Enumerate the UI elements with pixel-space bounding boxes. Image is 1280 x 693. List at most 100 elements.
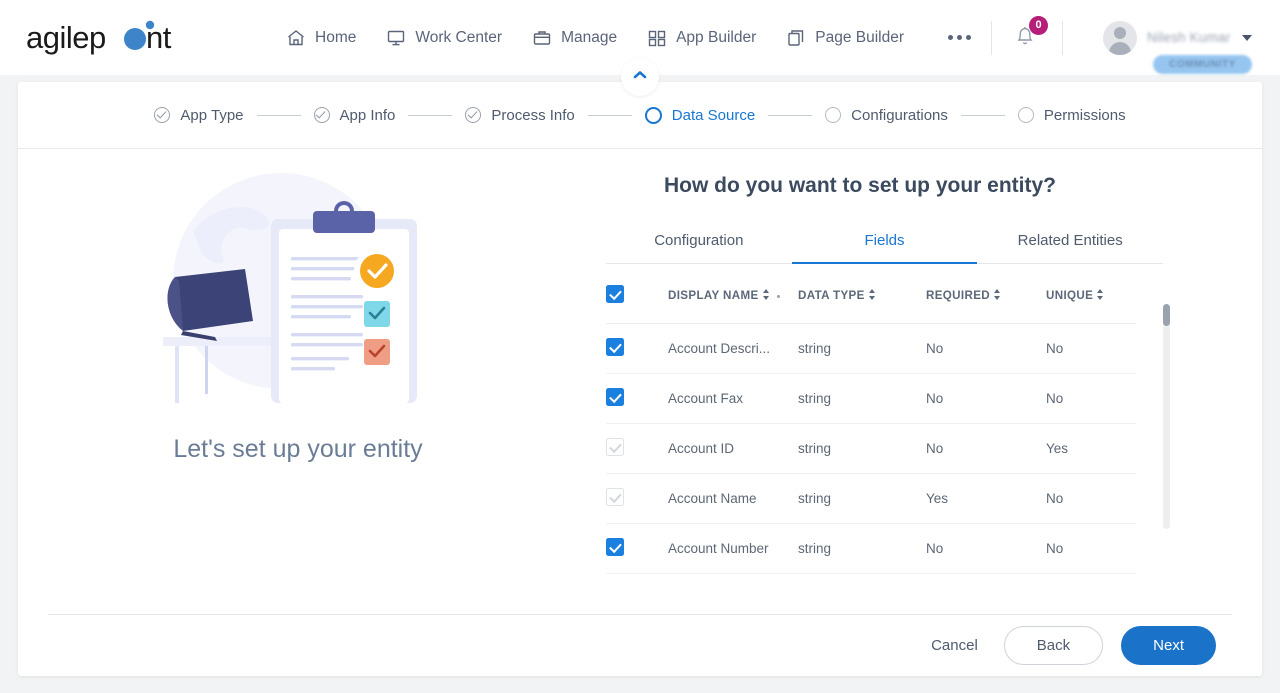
table-row[interactable]: Account ID string No Yes — [606, 423, 1136, 474]
table-row[interactable]: Account Number string No No — [606, 523, 1136, 574]
step-label: Data Source — [671, 106, 756, 124]
column-header-display-name[interactable]: DISPLAY NAME — [668, 264, 798, 324]
nav-item-home[interactable]: Home — [286, 28, 356, 48]
row-checkbox[interactable] — [606, 388, 624, 406]
sort-icon[interactable] — [1097, 289, 1104, 300]
tab-related-entities[interactable]: Related Entities — [977, 232, 1163, 263]
illustration-caption: Let's set up your entity — [173, 435, 423, 463]
column-header-unique[interactable]: UNIQUE — [1046, 264, 1136, 324]
page-title: How do you want to set up your entity? — [664, 174, 1056, 197]
tab-configuration[interactable]: Configuration — [606, 232, 792, 263]
copy-icon — [786, 28, 806, 48]
dot-icon — [966, 35, 971, 40]
step-app-type[interactable]: App Type — [154, 106, 244, 124]
bell-icon — [1012, 26, 1038, 53]
chevron-down-icon — [1242, 34, 1253, 41]
nav-item-app-builder[interactable]: App Builder — [647, 28, 756, 48]
row-checkbox-cell — [606, 323, 668, 374]
cell-display-name: Account Descri... — [668, 323, 798, 374]
tab-label: Fields — [864, 232, 905, 249]
step-label: App Type — [180, 106, 244, 124]
user-menu[interactable]: Nilesh Kumar COMMUNITY — [1103, 20, 1253, 74]
column-label: REQUIRED — [926, 289, 990, 302]
nav-item-label: Page Builder — [815, 28, 904, 46]
scrollbar-thumb[interactable] — [1163, 304, 1170, 326]
monitor-icon — [386, 28, 406, 48]
home-icon — [286, 28, 306, 48]
column-label: DATA TYPE — [798, 289, 865, 302]
cell-required: No — [926, 423, 1046, 474]
logo-svg: agilep nt — [26, 20, 172, 55]
cell-unique: No — [1046, 523, 1136, 574]
step-label: Permissions — [1043, 106, 1126, 124]
check-circle-icon — [465, 107, 482, 123]
tab-label: Related Entities — [1017, 232, 1123, 249]
select-all-checkbox[interactable] — [606, 285, 624, 303]
row-checkbox-cell — [606, 523, 668, 574]
cell-data-type: string — [798, 373, 926, 424]
select-all-header — [606, 264, 668, 324]
row-checkbox[interactable] — [606, 538, 624, 556]
status-badge: COMMUNITY — [1153, 54, 1253, 74]
column-header-data-type[interactable]: DATA TYPE — [798, 264, 926, 324]
step-label: Configurations — [851, 106, 948, 124]
sort-icon[interactable] — [762, 289, 770, 300]
row-checkbox-cell — [606, 473, 668, 524]
table-row[interactable]: Account Descri... string No No — [606, 323, 1136, 374]
cell-unique: Yes — [1046, 423, 1136, 474]
column-resize-handle[interactable] — [776, 295, 780, 298]
agilepoint-logo[interactable]: agilep nt — [26, 16, 186, 60]
tab-fields[interactable]: Fields — [791, 232, 978, 264]
row-checkbox-disabled — [606, 488, 624, 506]
check-circle-icon — [154, 107, 171, 123]
nav-item-label: Manage — [561, 28, 618, 46]
nav-item-manage[interactable]: Manage — [532, 28, 617, 48]
table-row[interactable]: Account Fax string No No — [606, 373, 1136, 424]
step-connector — [960, 114, 1005, 116]
cell-unique: No — [1046, 323, 1136, 374]
row-checkbox[interactable] — [606, 338, 624, 356]
cell-display-name: Account Number — [668, 523, 798, 574]
step-connector — [256, 114, 301, 116]
table-row[interactable]: Account Name string Yes No — [606, 473, 1136, 524]
briefcase-icon — [532, 28, 552, 48]
step-connector — [587, 114, 632, 116]
step-connector — [408, 114, 453, 116]
cell-display-name: Account Fax — [668, 373, 798, 424]
cell-required: Yes — [926, 473, 1046, 524]
dot-icon — [948, 35, 953, 40]
nav-divider — [1062, 20, 1063, 55]
table-scrollbar[interactable] — [1163, 304, 1170, 529]
dot-icon — [957, 35, 962, 40]
notifications-button[interactable]: 0 — [1012, 15, 1048, 55]
more-menu-button[interactable] — [948, 35, 971, 40]
cell-required: No — [926, 523, 1046, 574]
fields-table-body: Account Descri... string No No Account F… — [606, 323, 1136, 574]
cell-required: No — [926, 323, 1046, 374]
next-button[interactable]: Next — [1121, 626, 1216, 665]
sort-icon[interactable] — [994, 289, 1001, 300]
nav-item-work-center[interactable]: Work Center — [386, 28, 502, 48]
column-label: UNIQUE — [1046, 289, 1094, 302]
back-button[interactable]: Back — [1003, 626, 1104, 665]
step-permissions[interactable]: Permissions — [1017, 106, 1126, 124]
column-header-required[interactable]: REQUIRED — [926, 264, 1046, 324]
step-data-source[interactable]: Data Source — [644, 106, 756, 124]
fields-table-head: DISPLAY NAME DATA TYPE REQUIRED UNIQUE — [606, 264, 1136, 324]
step-label: App Info — [339, 106, 396, 124]
nav-divider — [991, 20, 992, 55]
illustration-pane: Let's set up your entity — [18, 149, 578, 613]
step-app-info[interactable]: App Info — [313, 106, 396, 124]
step-label: Process Info — [491, 106, 575, 124]
step-configurations[interactable]: Configurations — [825, 107, 948, 124]
step-process-info[interactable]: Process Info — [465, 106, 575, 124]
notification-count-badge: 0 — [1029, 15, 1048, 35]
nav-item-page-builder[interactable]: Page Builder — [786, 28, 904, 48]
collapse-header-button[interactable] — [621, 58, 659, 96]
user-name-label: Nilesh Kumar — [1147, 30, 1231, 45]
sort-icon[interactable] — [868, 289, 876, 300]
cancel-button[interactable]: Cancel — [923, 631, 986, 660]
cell-required: No — [926, 373, 1046, 424]
nav-item-label: App Builder — [676, 28, 757, 46]
fields-table: DISPLAY NAME DATA TYPE REQUIRED UNIQUE A… — [606, 264, 1136, 574]
